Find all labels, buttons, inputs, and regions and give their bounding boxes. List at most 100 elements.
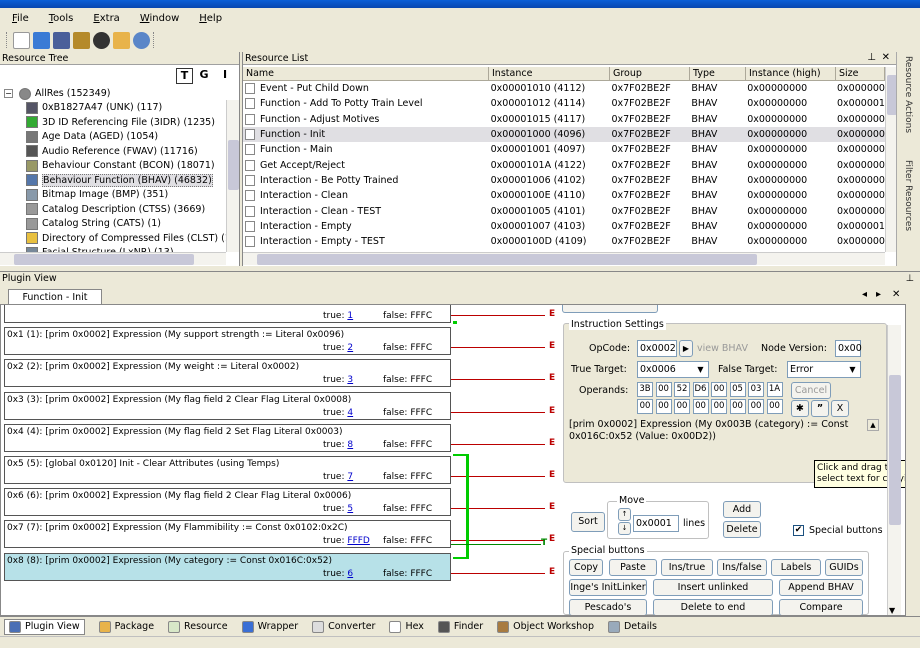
- tree-item[interactable]: Bitmap Image (BMP) (351): [26, 188, 168, 202]
- open-folder-icon[interactable]: [33, 31, 50, 49]
- opcode-go-button[interactable]: ▶: [679, 340, 693, 357]
- tree-scroll-thumb[interactable]: [228, 140, 239, 190]
- tree-item[interactable]: 0xB1827A47 (UNK) (117): [26, 101, 162, 115]
- tree-hscroll-thumb[interactable]: [14, 254, 194, 265]
- special-button[interactable]: Ins/false: [717, 559, 767, 576]
- tab-plugin-view[interactable]: Plugin View: [4, 618, 85, 635]
- tree-item[interactable]: 3D ID Referencing File (3IDR) (1235): [26, 116, 215, 130]
- tree-item[interactable]: Directory of Compressed Files (CLST) (1: [26, 232, 231, 246]
- tree-item[interactable]: Age Data (AGED) (1054): [26, 130, 158, 144]
- instruction-node[interactable]: 0x1 (1): [prim 0x0002] Expression (My su…: [4, 327, 451, 356]
- special-button[interactable]: Copy: [569, 559, 603, 576]
- special-button[interactable]: Insert unlinked: [653, 579, 773, 596]
- instruction-node[interactable]: 0x6 (6): [prim 0x0002] Expression (My fl…: [4, 488, 451, 517]
- special-button[interactable]: Pescado's Delete: [569, 599, 647, 615]
- wizard-icon[interactable]: ✱: [791, 400, 809, 417]
- tab-wrapper[interactable]: Wrapper: [241, 620, 298, 633]
- table-row[interactable]: Interaction - Empty 0x00001007 (4103) 0x7F…: [243, 219, 885, 234]
- true-target-link[interactable]: 7: [347, 472, 353, 482]
- column-name[interactable]: Name: [243, 67, 489, 81]
- true-target-link[interactable]: FFFD: [347, 536, 369, 546]
- operand-byte-field[interactable]: D6: [692, 382, 709, 397]
- node-version-field[interactable]: 0x00: [835, 340, 862, 357]
- special-button[interactable]: Append BHAV: [779, 579, 863, 596]
- view-bhav-link[interactable]: view BHAV: [697, 343, 748, 354]
- true-target-link[interactable]: 4: [347, 408, 353, 418]
- user-icon[interactable]: [113, 31, 130, 49]
- clear-operands-button[interactable]: X: [831, 400, 849, 417]
- tree-toggle-g[interactable]: G: [197, 68, 211, 84]
- table-row[interactable]: Function - Init 0x00001000 (4096) 0x7F02BE…: [243, 126, 885, 143]
- special-button[interactable]: Ins/true: [661, 559, 713, 576]
- add-button[interactable]: Add: [723, 501, 761, 518]
- tab-converter[interactable]: Converter: [312, 620, 375, 633]
- tree-toggle-t[interactable]: T: [176, 68, 193, 84]
- special-button[interactable]: GUIDs: [825, 559, 863, 576]
- save-icon[interactable]: [53, 31, 70, 49]
- list-horizontal-scrollbar[interactable]: [243, 252, 885, 265]
- instruction-node[interactable]: 0x2 (2): [prim 0x0002] Expression (My we…: [4, 359, 451, 388]
- new-file-icon[interactable]: [13, 31, 30, 49]
- operand-byte-field[interactable]: 00: [655, 399, 672, 414]
- tab-object-workshop[interactable]: Object Workshop: [497, 620, 594, 633]
- instruction-node[interactable]: 0x8 (8): [prim 0x0002] Expression (My ca…: [4, 552, 451, 581]
- move-lines-field[interactable]: 0x0001: [633, 515, 679, 532]
- menu-extra[interactable]: Extra: [81, 13, 127, 24]
- toolbar-grip[interactable]: [6, 32, 10, 48]
- cancel-button[interactable]: Cancel: [791, 382, 831, 399]
- description-scroll-up-icon[interactable]: ▲: [867, 419, 879, 431]
- instruction-node[interactable]: 0x5 (5): [global 0x0120] Init - Clear At…: [4, 456, 451, 484]
- plugin-scroll-thumb[interactable]: [889, 375, 901, 525]
- tree-vertical-scrollbar[interactable]: [226, 100, 239, 252]
- operand-byte-field[interactable]: 00: [711, 382, 727, 397]
- column-instance-high[interactable]: Instance (high): [746, 67, 836, 81]
- operand-byte-field[interactable]: 00: [711, 399, 727, 414]
- tab-nav-left-icon[interactable]: ◂: [862, 289, 867, 300]
- menu-file[interactable]: File: [0, 13, 37, 24]
- move-down-icon[interactable]: ↓: [618, 522, 631, 535]
- tree-item[interactable]: Catalog Description (CTSS) (3669): [26, 203, 205, 217]
- operand-byte-field[interactable]: 03: [748, 382, 764, 397]
- special-button[interactable]: Compare: [779, 599, 863, 615]
- table-row[interactable]: Interaction - Be Potty Trained 0x00001006…: [243, 173, 885, 188]
- table-row[interactable]: Get Accept/Reject 0x0000101A (4122) 0x7F02…: [243, 157, 885, 172]
- quote-button[interactable]: ”: [811, 400, 829, 417]
- web-icon[interactable]: [133, 31, 150, 49]
- tree-root[interactable]: − AllRes (152349): [4, 87, 110, 101]
- side-tab-filter-resources[interactable]: Filter Resources: [903, 160, 913, 260]
- special-button[interactable]: Inge's InitLinker: [569, 579, 647, 596]
- true-target-link[interactable]: 6: [347, 569, 353, 579]
- table-row[interactable]: Function - Main 0x00001001 (4097) 0x7F02BE…: [243, 142, 885, 157]
- table-row[interactable]: Interaction - Clean 0x0000100E (4110) 0x7F…: [243, 188, 885, 203]
- operand-byte-field[interactable]: 00: [729, 399, 746, 414]
- instruction-node[interactable]: 0x7 (7): [prim 0x0002] Expression (My Fl…: [4, 520, 451, 549]
- column-type[interactable]: Type: [690, 67, 746, 81]
- tab-nav-right-icon[interactable]: ▸: [876, 289, 881, 300]
- delete-button[interactable]: Delete: [723, 521, 761, 538]
- table-row[interactable]: Function - Add To Potty Train Level 0x000…: [243, 96, 885, 111]
- operand-byte-field[interactable]: 00: [748, 399, 764, 414]
- column-size[interactable]: Size: [836, 67, 885, 81]
- special-button[interactable]: Paste: [609, 559, 657, 576]
- operand-byte-field[interactable]: 1A: [766, 382, 783, 397]
- tab-hex[interactable]: Hex: [389, 620, 424, 633]
- special-buttons-checkbox[interactable]: ✔: [793, 525, 804, 536]
- pin-icon[interactable]: ⊥: [867, 52, 876, 63]
- side-tab-resource-actions[interactable]: Resource Actions: [903, 56, 913, 156]
- pin-icon-2[interactable]: ⊥: [906, 272, 914, 285]
- close-tab-icon[interactable]: ✕: [892, 289, 900, 300]
- scroll-down-icon[interactable]: ▼: [889, 606, 895, 615]
- true-target-link[interactable]: 1: [347, 311, 353, 321]
- table-row[interactable]: Interaction - Clean - TEST 0x00001005 (41…: [243, 203, 885, 218]
- list-hscroll-thumb[interactable]: [257, 254, 757, 265]
- false-target-select[interactable]: Error ▼: [787, 361, 861, 378]
- column-instance[interactable]: Instance: [489, 67, 610, 81]
- commit-button[interactable]: [562, 305, 658, 313]
- menu-tools[interactable]: Tools: [37, 13, 82, 24]
- operand-byte-field[interactable]: 00: [692, 399, 709, 414]
- tree-toggle-i[interactable]: I: [219, 68, 231, 84]
- table-row[interactable]: Event - Put Child Down 0x00001010 (4112) 0…: [243, 81, 885, 96]
- tree-item[interactable]: Behaviour Constant (BCON) (18071): [26, 159, 215, 173]
- tree-item[interactable]: Behaviour Function (BHAV) (46832): [26, 173, 213, 188]
- menu-help[interactable]: Help: [187, 13, 230, 24]
